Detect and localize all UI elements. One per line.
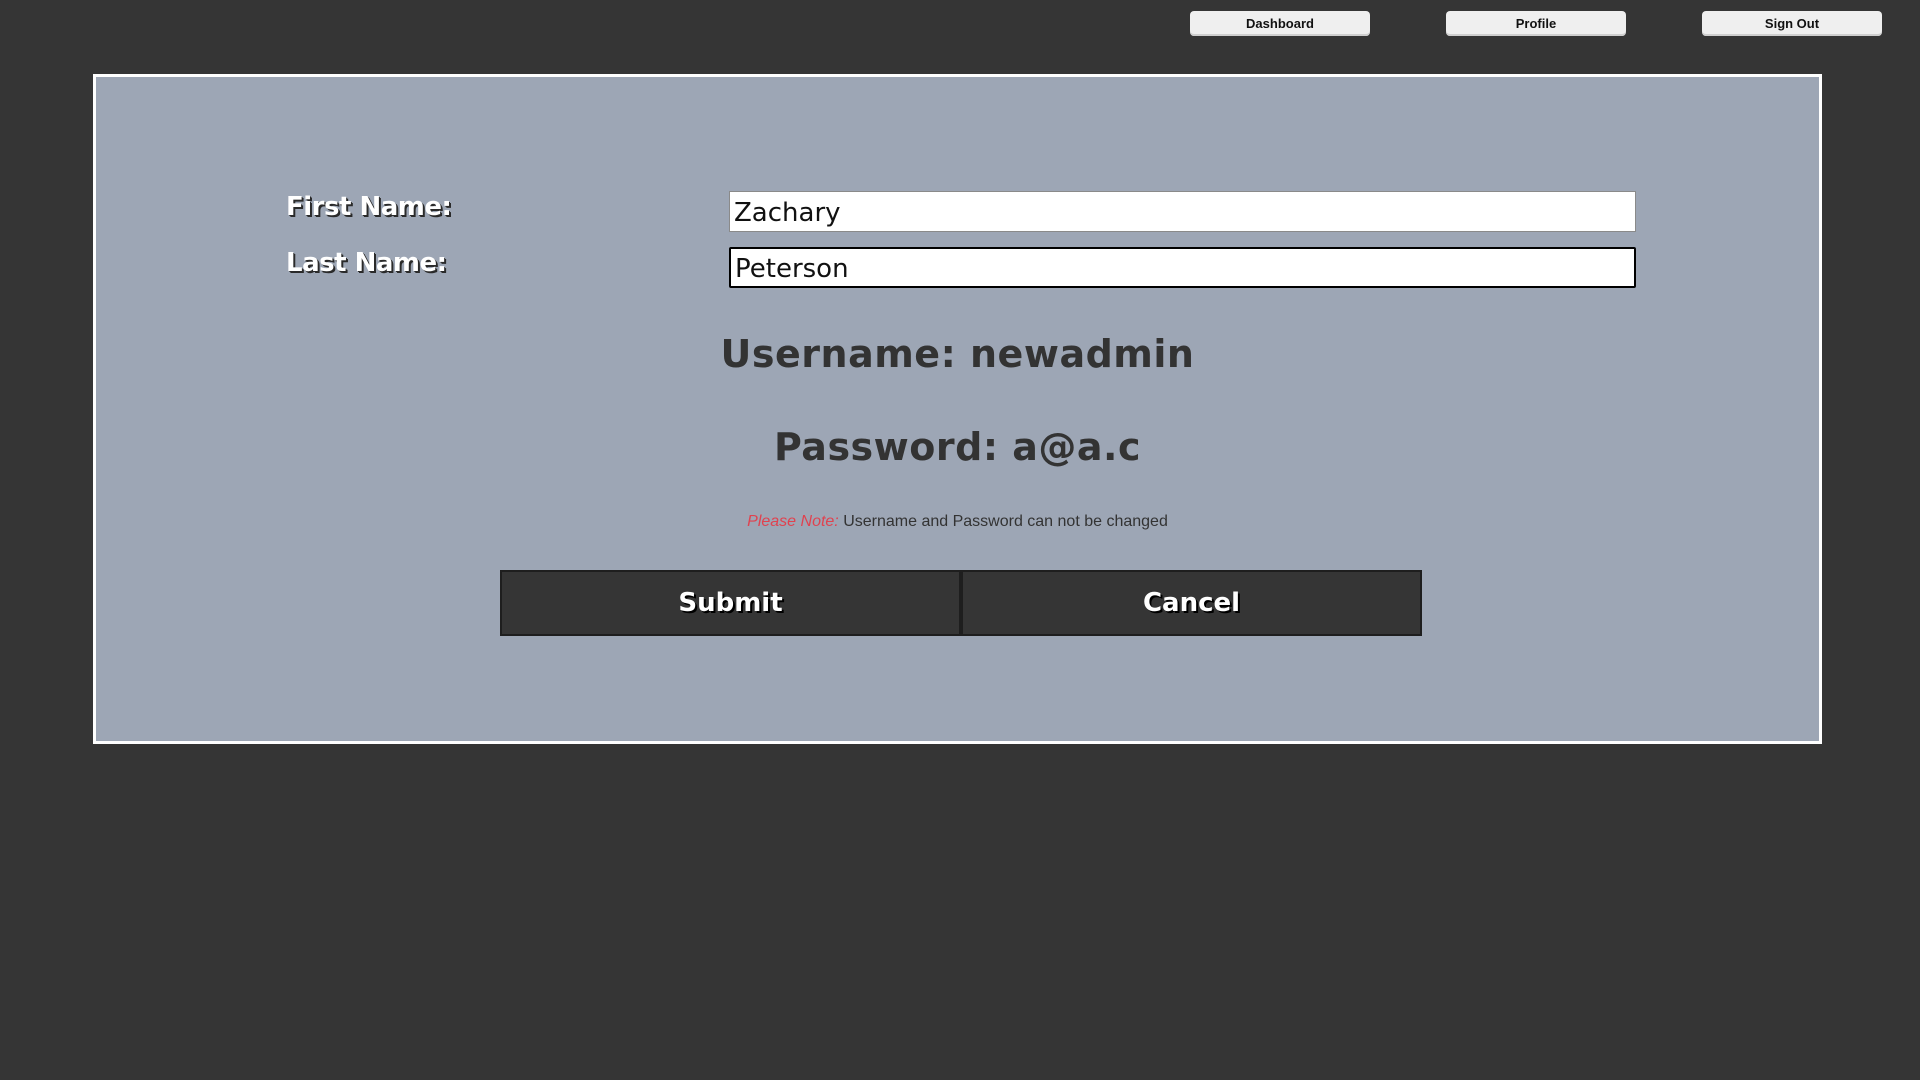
password-display: Password: a@a.c [773, 425, 1142, 469]
cancel-button[interactable]: Cancel [961, 570, 1422, 636]
sign-out-button[interactable]: Sign Out [1702, 11, 1882, 36]
top-navigation: Dashboard Profile Sign Out [0, 11, 1920, 36]
submit-button[interactable]: Submit [500, 570, 961, 636]
username-display: Username: newadmin [720, 332, 1195, 376]
last-name-label: Last Name: [286, 248, 447, 278]
profile-form-panel: First Name: Last Name: Username: newadmi… [93, 74, 1822, 744]
last-name-input[interactable] [729, 247, 1636, 288]
dashboard-button[interactable]: Dashboard [1190, 11, 1370, 36]
profile-button[interactable]: Profile [1446, 11, 1626, 36]
first-name-input[interactable] [729, 191, 1636, 232]
note-prefix: Please Note: [747, 513, 839, 530]
note-text: Username and Password can not be changed [838, 513, 1168, 530]
note-message: Please Note: Username and Password can n… [96, 513, 1819, 531]
first-name-label: First Name: [286, 192, 452, 222]
